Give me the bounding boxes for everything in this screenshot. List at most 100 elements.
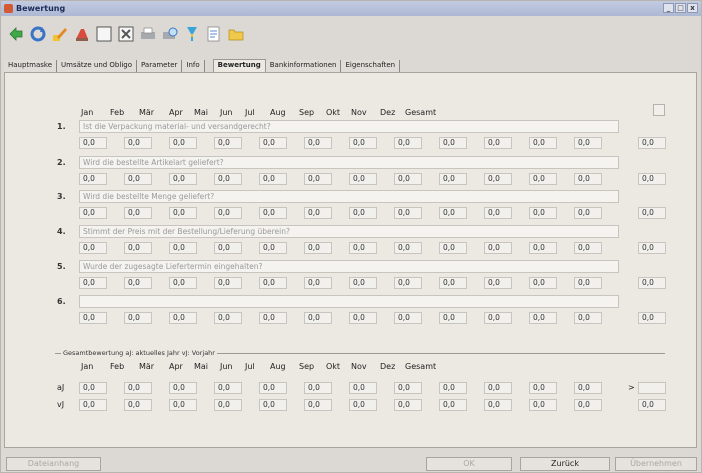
score-cell[interactable]: 0,0: [169, 173, 197, 185]
dateianhang-button[interactable]: Dateianhang: [6, 457, 101, 471]
summary-score-cell[interactable]: 0,0: [529, 399, 557, 411]
score-cell[interactable]: 0,0: [124, 207, 152, 219]
score-cell[interactable]: 0,0: [214, 312, 242, 324]
score-cell[interactable]: 0,0: [349, 277, 377, 289]
tab-eigenschaften[interactable]: Eigenschaften: [341, 60, 401, 72]
filter-icon[interactable]: [183, 25, 201, 43]
score-cell[interactable]: 0,0: [259, 277, 287, 289]
score-total-cell[interactable]: 0,0: [638, 277, 666, 289]
score-cell[interactable]: 0,0: [529, 312, 557, 324]
refresh-icon[interactable]: [29, 25, 47, 43]
score-cell[interactable]: 0,0: [304, 312, 332, 324]
score-cell[interactable]: 0,0: [484, 277, 512, 289]
score-cell[interactable]: 0,0: [79, 207, 107, 219]
score-cell[interactable]: 0,0: [394, 173, 422, 185]
close-button[interactable]: x: [687, 3, 698, 13]
score-cell[interactable]: 0,0: [214, 242, 242, 254]
score-cell[interactable]: 0,0: [79, 137, 107, 149]
summary-score-cell[interactable]: 0,0: [214, 382, 242, 394]
summary-score-cell[interactable]: 0,0: [574, 399, 602, 411]
summary-score-cell[interactable]: 0,0: [79, 399, 107, 411]
score-total-cell[interactable]: 0,0: [638, 137, 666, 149]
score-cell[interactable]: 0,0: [439, 173, 467, 185]
summary-score-cell[interactable]: 0,0: [439, 382, 467, 394]
score-cell[interactable]: 0,0: [439, 137, 467, 149]
score-cell[interactable]: 0,0: [169, 137, 197, 149]
score-cell[interactable]: 0,0: [529, 207, 557, 219]
score-cell[interactable]: 0,0: [439, 242, 467, 254]
tab-parameter[interactable]: Parameter: [137, 60, 183, 72]
score-cell[interactable]: 0,0: [304, 242, 332, 254]
tab-info[interactable]: Info: [182, 60, 205, 72]
summary-total-cell[interactable]: 0,0: [638, 399, 666, 411]
ok-button[interactable]: OK: [426, 457, 512, 471]
tab-bankinformationen[interactable]: Bankinformationen: [265, 60, 342, 72]
score-cell[interactable]: 0,0: [169, 207, 197, 219]
edit-icon[interactable]: [51, 25, 69, 43]
score-total-cell[interactable]: 0,0: [638, 173, 666, 185]
score-cell[interactable]: 0,0: [439, 277, 467, 289]
score-cell[interactable]: 0,0: [79, 173, 107, 185]
score-cell[interactable]: 0,0: [394, 242, 422, 254]
score-cell[interactable]: 0,0: [529, 173, 557, 185]
summary-score-cell[interactable]: 0,0: [169, 399, 197, 411]
print-preview-icon[interactable]: [161, 25, 179, 43]
score-cell[interactable]: 0,0: [349, 312, 377, 324]
score-cell[interactable]: 0,0: [124, 277, 152, 289]
score-cell[interactable]: 0,0: [394, 277, 422, 289]
summary-score-cell[interactable]: 0,0: [304, 382, 332, 394]
question-text[interactable]: Ist die Verpackung material- und versand…: [79, 120, 619, 133]
score-cell[interactable]: 0,0: [79, 312, 107, 324]
score-cell[interactable]: 0,0: [124, 173, 152, 185]
score-cell[interactable]: 0,0: [214, 173, 242, 185]
zurueck-button[interactable]: Zurück: [520, 457, 610, 471]
summary-score-cell[interactable]: 0,0: [79, 382, 107, 394]
score-cell[interactable]: 0,0: [484, 137, 512, 149]
score-cell[interactable]: 0,0: [259, 137, 287, 149]
score-cell[interactable]: 0,0: [79, 277, 107, 289]
maximize-button[interactable]: □: [675, 3, 686, 13]
score-cell[interactable]: 0,0: [574, 137, 602, 149]
score-cell[interactable]: 0,0: [304, 207, 332, 219]
score-cell[interactable]: 0,0: [79, 242, 107, 254]
score-total-cell[interactable]: 0,0: [638, 312, 666, 324]
summary-score-cell[interactable]: 0,0: [259, 382, 287, 394]
score-cell[interactable]: 0,0: [124, 137, 152, 149]
uebernehmen-button[interactable]: Übernehmen: [615, 457, 697, 471]
blank-icon[interactable]: [95, 25, 113, 43]
score-total-cell[interactable]: 0,0: [638, 242, 666, 254]
score-cell[interactable]: 0,0: [259, 242, 287, 254]
score-cell[interactable]: 0,0: [484, 173, 512, 185]
score-cell[interactable]: 0,0: [304, 137, 332, 149]
score-cell[interactable]: 0,0: [304, 173, 332, 185]
score-cell[interactable]: 0,0: [169, 242, 197, 254]
summary-score-cell[interactable]: 0,0: [439, 399, 467, 411]
summary-score-cell[interactable]: 0,0: [394, 382, 422, 394]
score-cell[interactable]: 0,0: [574, 173, 602, 185]
summary-score-cell[interactable]: 0,0: [214, 399, 242, 411]
question-text[interactable]: Wird die bestellte Menge geliefert?: [79, 190, 619, 203]
score-cell[interactable]: 0,0: [574, 242, 602, 254]
score-cell[interactable]: 0,0: [394, 137, 422, 149]
table-icon[interactable]: [117, 25, 135, 43]
summary-score-cell[interactable]: 0,0: [394, 399, 422, 411]
summary-score-cell[interactable]: 0,0: [484, 399, 512, 411]
summary-score-cell[interactable]: 0,0: [349, 399, 377, 411]
summary-score-cell[interactable]: 0,0: [574, 382, 602, 394]
summary-score-cell[interactable]: 0,0: [259, 399, 287, 411]
score-cell[interactable]: 0,0: [439, 207, 467, 219]
checkbox[interactable]: [653, 104, 665, 116]
score-cell[interactable]: 0,0: [394, 312, 422, 324]
score-cell[interactable]: 0,0: [259, 312, 287, 324]
score-cell[interactable]: 0,0: [574, 312, 602, 324]
score-cell[interactable]: 0,0: [529, 277, 557, 289]
minimize-button[interactable]: _: [663, 3, 674, 13]
score-cell[interactable]: 0,0: [529, 242, 557, 254]
summary-score-cell[interactable]: 0,0: [169, 382, 197, 394]
score-cell[interactable]: 0,0: [169, 312, 197, 324]
summary-score-cell[interactable]: 0,0: [124, 399, 152, 411]
back-icon[interactable]: [7, 25, 25, 43]
document-icon[interactable]: [205, 25, 223, 43]
tab-hauptmaske[interactable]: Hauptmaske: [4, 60, 58, 72]
score-cell[interactable]: 0,0: [349, 173, 377, 185]
